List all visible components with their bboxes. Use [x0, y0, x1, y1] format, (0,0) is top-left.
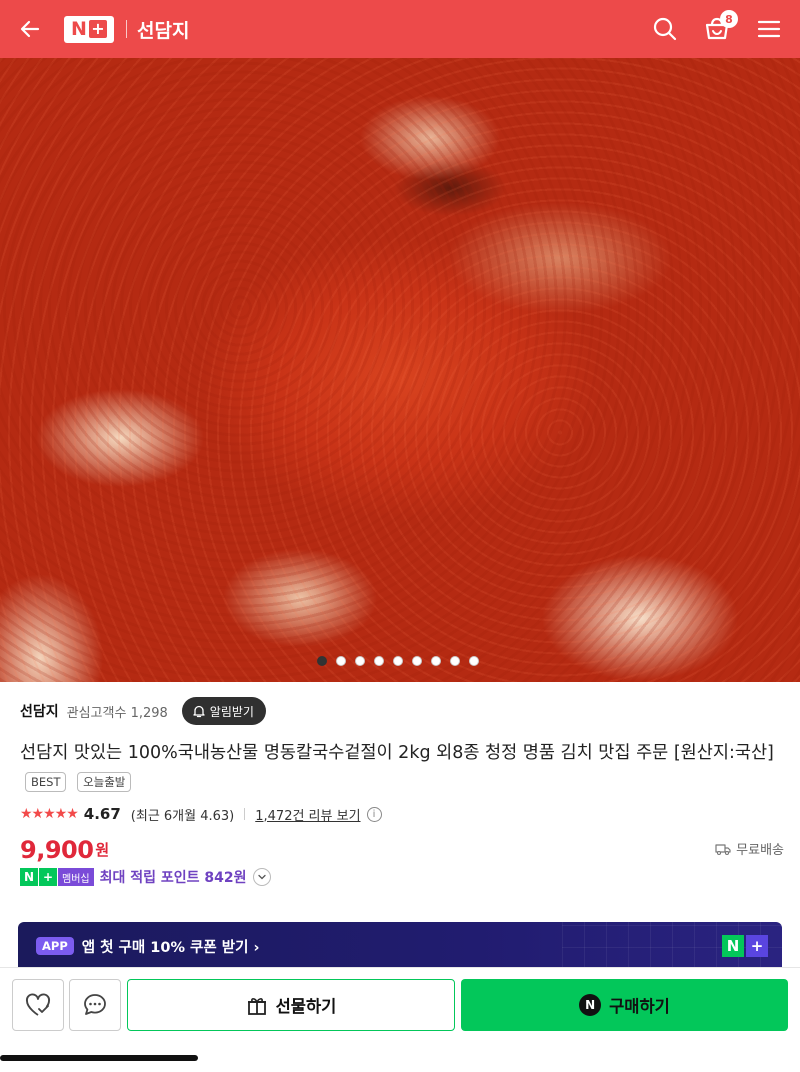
carousel-dot[interactable] [336, 656, 346, 666]
naver-plus-logo: N + [722, 935, 768, 957]
carousel-dot[interactable] [412, 656, 422, 666]
logo-n-letter: N [71, 18, 87, 40]
divider [244, 808, 246, 820]
product-title-text: 선담지 맛있는 100%국내농산물 명동칼국수겉절이 2kg 외8종 청정 명품… [20, 743, 774, 763]
cart-icon[interactable]: 8 [700, 10, 738, 46]
app-coupon-banner[interactable]: APP 앱 첫 구매 10% 쿠폰 받기 › N + [18, 922, 782, 970]
price-row: 9,900 원 무료배송 [20, 834, 784, 864]
membership-label: 멤버십 [58, 868, 94, 886]
carousel-indicator [0, 656, 798, 666]
review-link[interactable]: 1,472건 리뷰 보기 [255, 805, 360, 824]
store-row: 선담지 관심고객수 1,298 알림받기 [20, 697, 784, 725]
bell-plus-icon [193, 705, 205, 718]
product-title: 선담지 맛있는 100%국내농산물 명동칼국수겉절이 2kg 외8종 청정 명품… [20, 739, 784, 797]
gift-button[interactable]: 선물하기 [127, 979, 455, 1031]
recent-rating: (최근 6개월 4.63) [130, 808, 235, 824]
buy-label: 구매하기 [609, 997, 670, 1016]
logo-plus-sign: + [746, 935, 768, 957]
chevron-down-icon[interactable] [252, 868, 271, 886]
store-name[interactable]: 선담지 [20, 701, 59, 721]
point-row[interactable]: N + 멤버십 최대 적립 포인트 842원 [20, 866, 784, 888]
shipping-info: 무료배송 [715, 839, 784, 858]
header-actions: 8 [648, 10, 786, 46]
badge-plus-sign: + [39, 868, 57, 886]
buy-button[interactable]: N 구매하기 [461, 979, 788, 1031]
divider [126, 20, 127, 38]
naver-plus-logo[interactable]: N + [64, 15, 114, 43]
alarm-label: 알림받기 [209, 704, 254, 719]
carousel-dot[interactable] [374, 656, 384, 666]
top-nav-bar: N + 선담지 8 [0, 0, 800, 58]
today-ship-tag: 오늘출발 [77, 772, 132, 792]
chat-button[interactable] [69, 979, 121, 1031]
wishlist-button[interactable] [12, 979, 64, 1031]
menu-icon[interactable] [752, 12, 786, 46]
app-chip: APP [36, 937, 74, 955]
chat-bubble-icon [84, 994, 106, 1015]
truck-icon [715, 843, 731, 855]
gift-label: 선물하기 [275, 997, 337, 1016]
info-icon[interactable]: i [366, 806, 382, 822]
star-rating-icon: ★★★★★ [20, 806, 79, 822]
back-arrow-icon[interactable] [14, 13, 46, 45]
search-icon[interactable] [648, 12, 682, 46]
shipping-label: 무료배송 [736, 843, 784, 858]
price: 9,900 [20, 836, 94, 864]
naver-plus-membership-badge: N + 멤버십 [20, 868, 94, 886]
rating-row: ★★★★★ 4.67 (최근 6개월 4.63) 1,472건 리뷰 보기 i [20, 804, 784, 824]
logo-n-letter: N [722, 935, 744, 957]
carousel-dot[interactable] [317, 656, 327, 666]
heart-check-icon [26, 993, 50, 1016]
carousel-dot[interactable] [431, 656, 441, 666]
alarm-button[interactable]: 알림받기 [181, 697, 266, 725]
rating-score: 4.67 [83, 805, 121, 823]
store-title[interactable]: 선담지 [137, 16, 189, 43]
home-indicator [0, 1055, 198, 1061]
carousel-dot[interactable] [355, 656, 365, 666]
carousel-dot[interactable] [469, 656, 479, 666]
fan-count: 관심고객수 1,298 [66, 705, 168, 721]
carousel-dot[interactable] [393, 656, 403, 666]
cart-count-badge: 8 [720, 10, 738, 28]
best-tag: BEST [25, 772, 67, 792]
badge-n-letter: N [20, 868, 38, 886]
product-info: 선담지 관심고객수 1,298 알림받기 선담지 맛있는 100%국내농산물 명… [20, 682, 784, 888]
currency: 원 [95, 841, 110, 859]
naver-pay-icon: N [579, 994, 602, 1016]
gift-icon [247, 998, 266, 1015]
logo-plus-sign: + [88, 20, 107, 38]
carousel-dot[interactable] [450, 656, 460, 666]
banner-text: 앱 첫 구매 10% 쿠폰 받기 › [81, 939, 260, 956]
max-point-text: 최대 적립 포인트 842원 [99, 870, 247, 886]
product-image-carousel[interactable] [0, 58, 800, 682]
